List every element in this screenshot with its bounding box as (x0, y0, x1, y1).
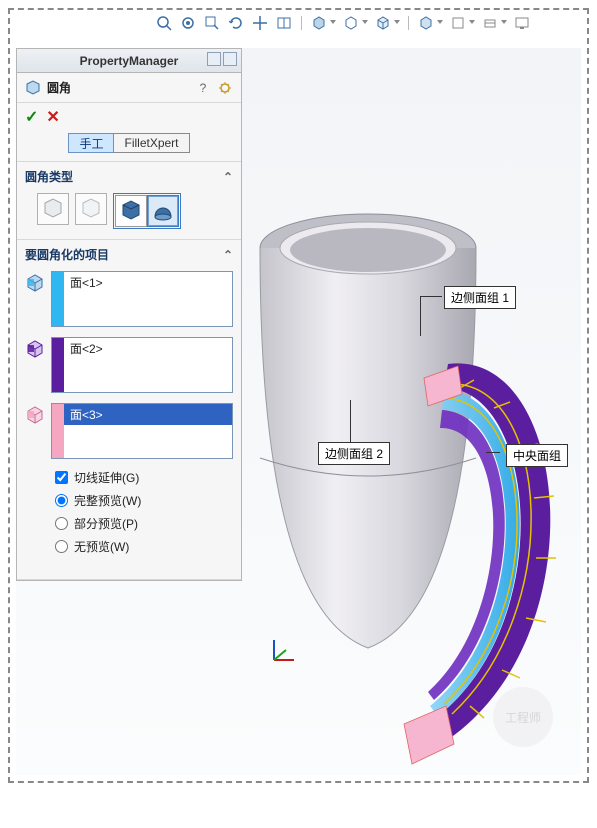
cancel-button[interactable]: ✕ (46, 107, 59, 127)
view-toolbar (155, 14, 531, 32)
face-set-1-row: 面<1> (25, 271, 233, 327)
ok-button[interactable]: ✓ (25, 107, 38, 127)
zoom-selection-icon[interactable] (203, 14, 221, 32)
tangent-propagation-checkbox[interactable]: 切线延伸(G) (55, 469, 225, 486)
display-style-icon[interactable] (310, 14, 328, 32)
pm-feature-row: 圆角 ? (17, 73, 241, 103)
leader-line (486, 452, 500, 453)
section-label: 要圆角化的项目 (25, 246, 109, 263)
pm-title-bar: PropertyManager (17, 49, 241, 73)
pan-icon[interactable] (251, 14, 269, 32)
zoom-window-icon[interactable] (155, 14, 173, 32)
collapse-icon: ⌃ (223, 248, 233, 262)
face-set-icon (25, 273, 45, 293)
tab-manual[interactable]: 手工 (68, 133, 114, 153)
scene-icon[interactable] (374, 14, 392, 32)
toolbar-separator (408, 16, 409, 30)
leader-line (420, 296, 442, 297)
leader-line (350, 400, 351, 442)
view-orient-dropdown[interactable] (437, 20, 443, 26)
no-preview-radio[interactable]: 无预览(W) (55, 538, 225, 555)
pm-layout-icon[interactable] (207, 52, 221, 66)
face-set-3-list[interactable]: 面<3> (51, 403, 233, 459)
section-header[interactable]: 圆角类型 ⌃ (17, 162, 241, 189)
property-manager-panel: PropertyManager 圆角 ? ✓ ✕ 手工 FilletXpert … (16, 48, 242, 581)
section-items-to-fillet: 要圆角化的项目 ⌃ 面<1> 面<2> (17, 240, 241, 580)
callout-center-group: 中央面组 (506, 444, 568, 467)
fillet-type-variable[interactable] (75, 193, 107, 225)
fillet-options: 切线延伸(G) 完整预览(W) 部分预览(P) 无预览(W) (25, 469, 233, 569)
help-icon[interactable]: ? (195, 80, 211, 96)
face-set-icon (25, 339, 45, 359)
face-set-2-list[interactable]: 面<2> (51, 337, 233, 393)
fillet-type-face[interactable] (115, 195, 147, 227)
pm-title-text: PropertyManager (80, 54, 179, 68)
scene-dropdown[interactable] (394, 20, 400, 26)
leader-line (420, 296, 421, 336)
list-item[interactable]: 面<2> (64, 338, 232, 359)
callout-side-group-2: 边侧面组 2 (318, 442, 390, 465)
view-orient-icon[interactable] (417, 14, 435, 32)
pm-action-row: ✓ ✕ (17, 103, 241, 133)
display-style-dropdown[interactable] (330, 20, 336, 26)
full-screen-icon[interactable] (513, 14, 531, 32)
appearance-dropdown[interactable] (501, 20, 507, 26)
color-stripe (52, 338, 64, 392)
shadow-icon[interactable] (342, 14, 360, 32)
rotate-view-icon[interactable] (227, 14, 245, 32)
face-set-2-row: 面<2> (25, 337, 233, 393)
section-label: 圆角类型 (25, 168, 73, 185)
options-icon[interactable] (217, 80, 233, 96)
face-set-1-list[interactable]: 面<1> (51, 271, 233, 327)
color-stripe (52, 272, 64, 326)
list-item[interactable]: 面<3> (64, 404, 232, 425)
collapse-icon: ⌃ (223, 170, 233, 184)
shadow-dropdown[interactable] (362, 20, 368, 26)
pm-pin-icon[interactable] (223, 52, 237, 66)
face-set-3-row: 面<3> (25, 403, 233, 459)
list-item[interactable]: 面<1> (64, 272, 232, 293)
fillet-mode-tabs: 手工 FilletXpert (17, 133, 241, 162)
fillet-type-full-round[interactable] (147, 195, 179, 227)
zoom-fit-icon[interactable] (179, 14, 197, 32)
face-set-icon (25, 405, 45, 425)
color-stripe (52, 404, 64, 458)
hide-show-dropdown[interactable] (469, 20, 475, 26)
tab-filletxpert[interactable]: FilletXpert (114, 133, 189, 153)
toolbar-separator (301, 16, 302, 30)
section-view-icon[interactable] (275, 14, 293, 32)
partial-preview-radio[interactable]: 部分预览(P) (55, 515, 225, 532)
appearance-icon[interactable] (481, 14, 499, 32)
hide-show-icon[interactable] (449, 14, 467, 32)
fillet-type-constant[interactable] (37, 193, 69, 225)
callout-side-group-1: 边侧面组 1 (444, 286, 516, 309)
section-fillet-type: 圆角类型 ⌃ (17, 162, 241, 240)
section-header[interactable]: 要圆角化的项目 ⌃ (17, 240, 241, 267)
fillet-feature-icon (25, 80, 41, 96)
feature-name: 圆角 (47, 79, 71, 96)
full-preview-radio[interactable]: 完整预览(W) (55, 492, 225, 509)
